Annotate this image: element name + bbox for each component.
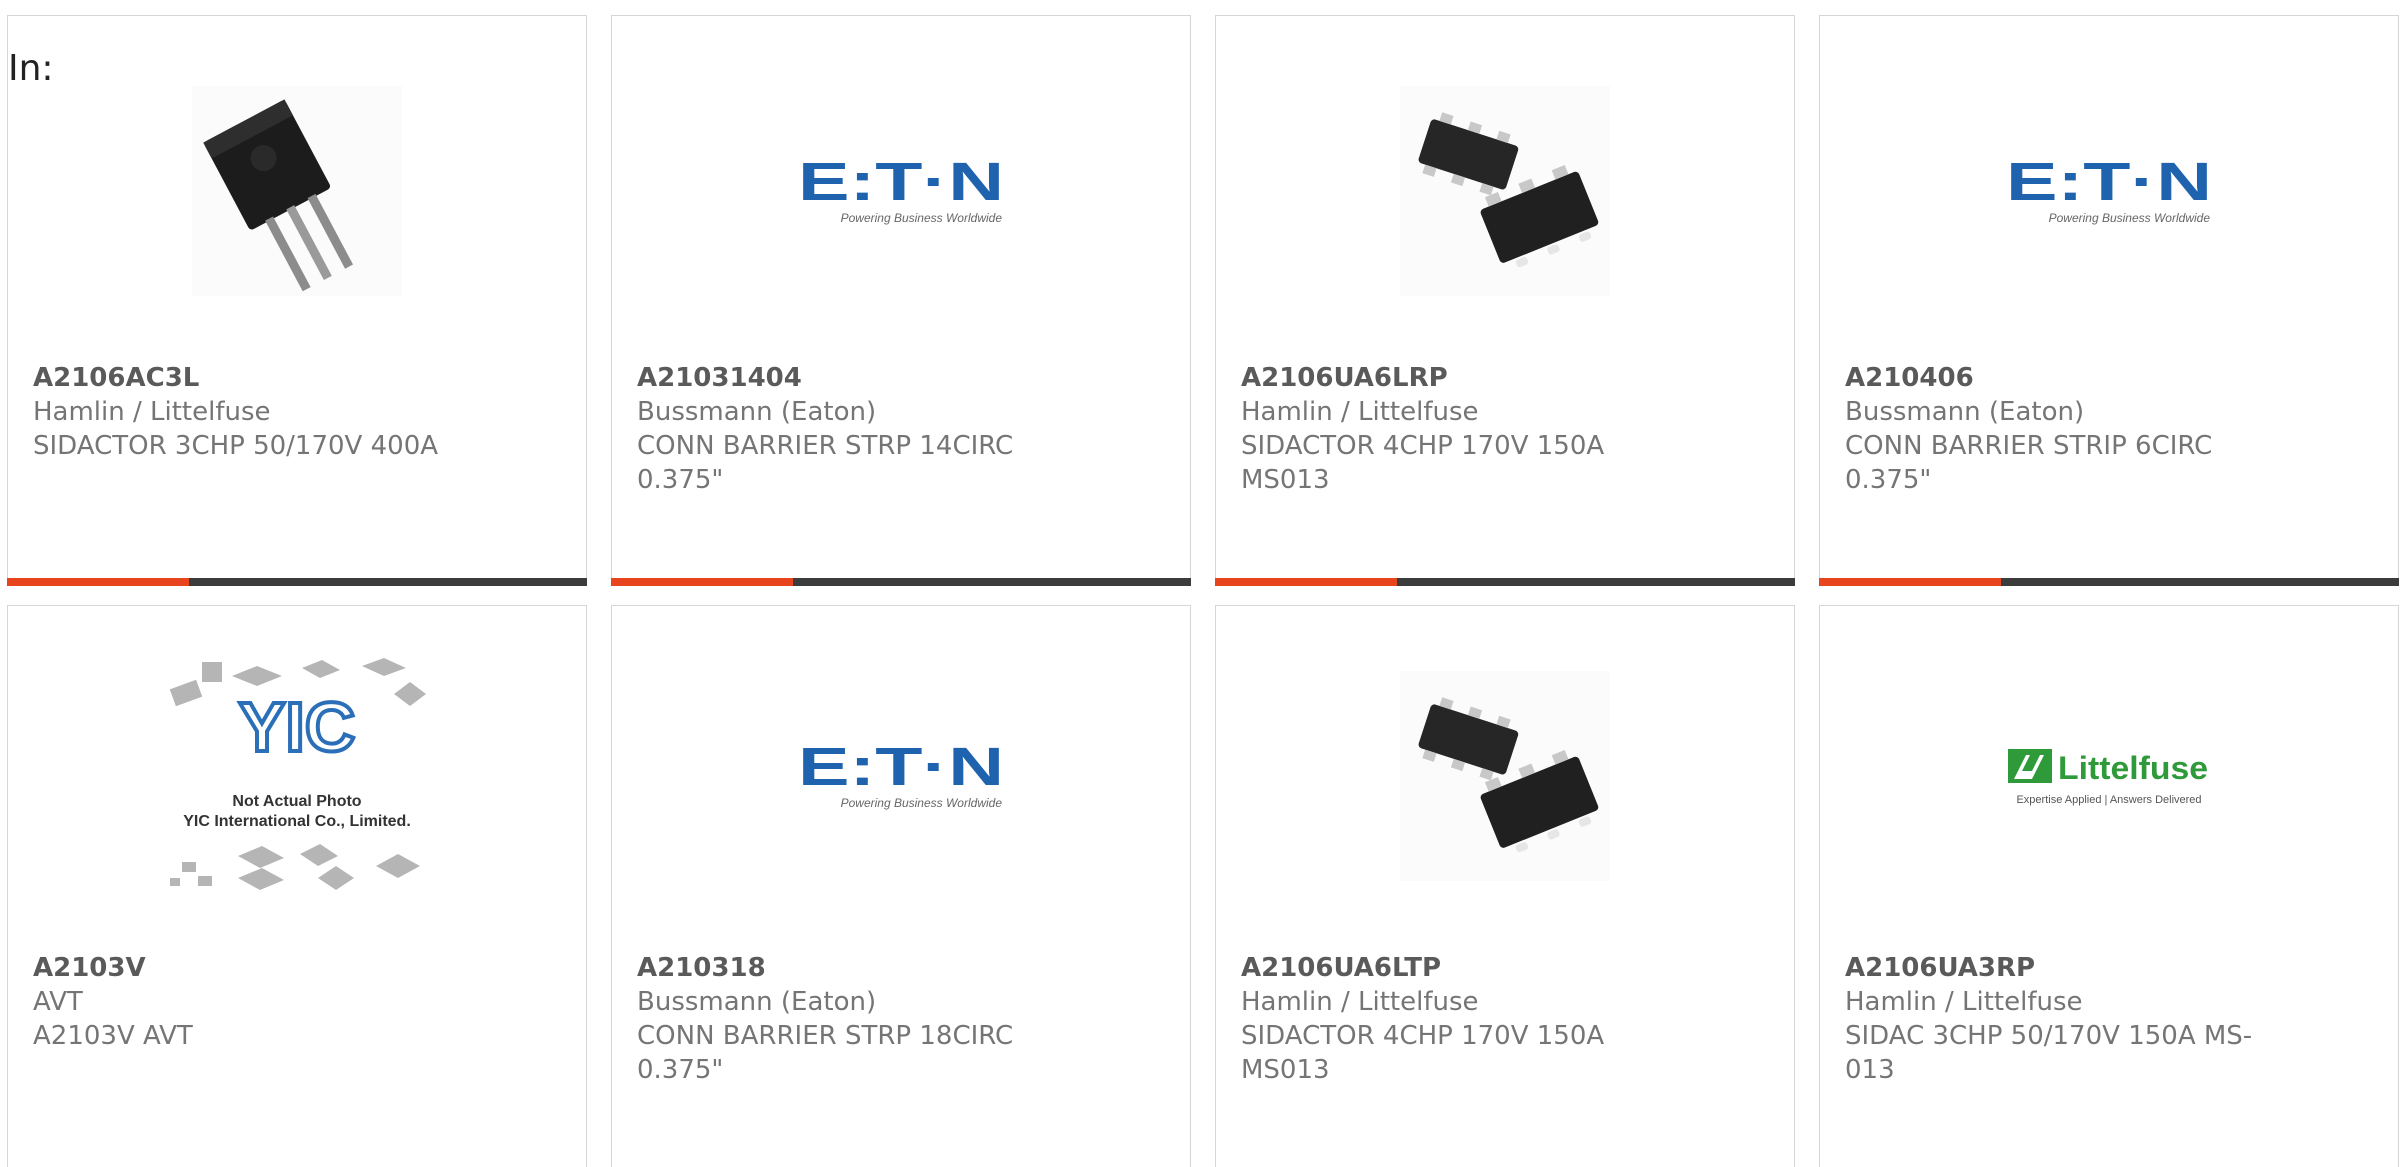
product-card[interactable]: E:T·N Powering Business Worldwide A21031… — [611, 605, 1191, 1167]
product-thumbnail — [1216, 76, 1794, 306]
product-info: A2106UA6LTP Hamlin / Littelfuse SIDACTOR… — [1241, 951, 1681, 1087]
manufacturer: Hamlin / Littelfuse — [33, 397, 271, 427]
product-info: A2103V AVT A2103V AVT — [33, 951, 473, 1053]
manufacturer: Hamlin / Littelfuse — [1241, 987, 1479, 1017]
product-grid-page: In: A2106AC3L Hamlin / Littelfuse SIDACT… — [0, 0, 2400, 1167]
part-number[interactable]: A210318 — [637, 951, 1077, 985]
eaton-logo: E:T·N Powering Business Worldwide — [798, 156, 1004, 225]
product-description: SIDACTOR 3CHP 50/170V 400A — [33, 431, 439, 461]
logo-tagline: Powering Business Worldwide — [841, 796, 1003, 810]
part-number[interactable]: A2103V — [33, 951, 473, 985]
product-card[interactable]: Littelfuse Expertise Applied | Answers D… — [1819, 605, 2399, 1167]
product-thumbnail: YIC Not Actual Photo YIC International C… — [8, 658, 586, 891]
product-thumbnail — [8, 76, 586, 306]
card-accent-bar — [611, 578, 793, 586]
product-thumbnail: Littelfuse Expertise Applied | Answers D… — [1820, 661, 2398, 891]
product-card[interactable]: A2106AC3L Hamlin / Littelfuse SIDACTOR 3… — [7, 15, 587, 586]
product-card[interactable]: A2106UA6LTP Hamlin / Littelfuse SIDACTOR… — [1215, 605, 1795, 1167]
card-accent-bar — [1215, 578, 1397, 586]
card-footer-bar — [611, 578, 1191, 586]
product-description: SIDACTOR 4CHP 170V 150A MS013 — [1241, 1021, 1605, 1085]
product-card[interactable]: YIC Not Actual Photo YIC International C… — [7, 605, 587, 1167]
product-thumbnail: E:T·N Powering Business Worldwide — [1820, 76, 2398, 306]
product-card[interactable]: E:T·N Powering Business Worldwide A21040… — [1819, 15, 2399, 586]
product-description: CONN BARRIER STRIP 6CIRC 0.375" — [1845, 431, 2213, 495]
svg-text:Littelfuse: Littelfuse — [2058, 750, 2208, 786]
product-description: CONN BARRIER STRP 18CIRC 0.375" — [637, 1021, 1014, 1085]
part-number[interactable]: A2106UA6LRP — [1241, 361, 1681, 395]
manufacturer: Hamlin / Littelfuse — [1241, 397, 1479, 427]
product-thumbnail: E:T·N Powering Business Worldwide — [612, 76, 1190, 306]
product-card[interactable]: A2106UA6LRP Hamlin / Littelfuse SIDACTOR… — [1215, 15, 1795, 586]
part-number[interactable]: A2106UA6LTP — [1241, 951, 1681, 985]
manufacturer: AVT — [33, 987, 83, 1017]
product-description: SIDAC 3CHP 50/170V 150A MS-013 — [1845, 1021, 2253, 1085]
manufacturer: Bussmann (Eaton) — [637, 397, 877, 427]
product-description: CONN BARRIER STRP 14CIRC 0.375" — [637, 431, 1014, 495]
yic-caption-2: YIC International Co., Limited. — [183, 813, 411, 830]
product-card[interactable]: E:T·N Powering Business Worldwide A21031… — [611, 15, 1191, 586]
part-number[interactable]: A210406 — [1845, 361, 2285, 395]
yic-caption-1: Not Actual Photo — [232, 793, 361, 810]
product-thumbnail: E:T·N Powering Business Worldwide — [612, 661, 1190, 891]
eaton-logo: E:T·N Powering Business Worldwide — [798, 741, 1004, 810]
part-number[interactable]: A21031404 — [637, 361, 1077, 395]
product-description: SIDACTOR 4CHP 170V 150A MS013 — [1241, 431, 1605, 495]
smd-package-icon — [1400, 671, 1610, 881]
to-package-icon — [192, 86, 402, 296]
card-accent-bar — [7, 578, 189, 586]
card-accent-bar — [1819, 578, 2001, 586]
product-info: A210318 Bussmann (Eaton) CONN BARRIER ST… — [637, 951, 1077, 1087]
logo-tagline: Expertise Applied | Answers Delivered — [2016, 794, 2201, 806]
svg-text:E:T·N: E:T·N — [2006, 156, 2212, 212]
svg-text:YIC: YIC — [239, 688, 356, 766]
logo-tagline: Powering Business Worldwide — [2049, 211, 2211, 225]
littelfuse-logo: Littelfuse Expertise Applied | Answers D… — [2008, 749, 2208, 806]
manufacturer: Bussmann (Eaton) — [1845, 397, 2085, 427]
product-info: A21031404 Bussmann (Eaton) CONN BARRIER … — [637, 361, 1077, 497]
card-footer-bar — [1819, 578, 2399, 586]
product-info: A2106UA3RP Hamlin / Littelfuse SIDAC 3CH… — [1845, 951, 2285, 1087]
product-description: A2103V AVT — [33, 1021, 193, 1051]
smd-package-icon — [1400, 86, 1610, 296]
yic-placeholder-image: YIC Not Actual Photo YIC International C… — [169, 658, 426, 890]
filter-label: In: — [8, 48, 54, 89]
manufacturer: Hamlin / Littelfuse — [1845, 987, 2083, 1017]
product-info: A2106AC3L Hamlin / Littelfuse SIDACTOR 3… — [33, 361, 473, 463]
svg-text:E:T·N: E:T·N — [798, 741, 1004, 797]
product-thumbnail — [1216, 661, 1794, 891]
manufacturer: Bussmann (Eaton) — [637, 987, 877, 1017]
card-footer-bar — [7, 578, 587, 586]
product-info: A210406 Bussmann (Eaton) CONN BARRIER ST… — [1845, 361, 2285, 497]
part-number[interactable]: A2106AC3L — [33, 361, 473, 395]
card-footer-bar — [1215, 578, 1795, 586]
logo-tagline: Powering Business Worldwide — [841, 211, 1003, 225]
part-number[interactable]: A2106UA3RP — [1845, 951, 2285, 985]
product-info: A2106UA6LRP Hamlin / Littelfuse SIDACTOR… — [1241, 361, 1681, 497]
svg-text:E:T·N: E:T·N — [798, 156, 1004, 212]
eaton-logo: E:T·N Powering Business Worldwide — [2006, 156, 2212, 225]
